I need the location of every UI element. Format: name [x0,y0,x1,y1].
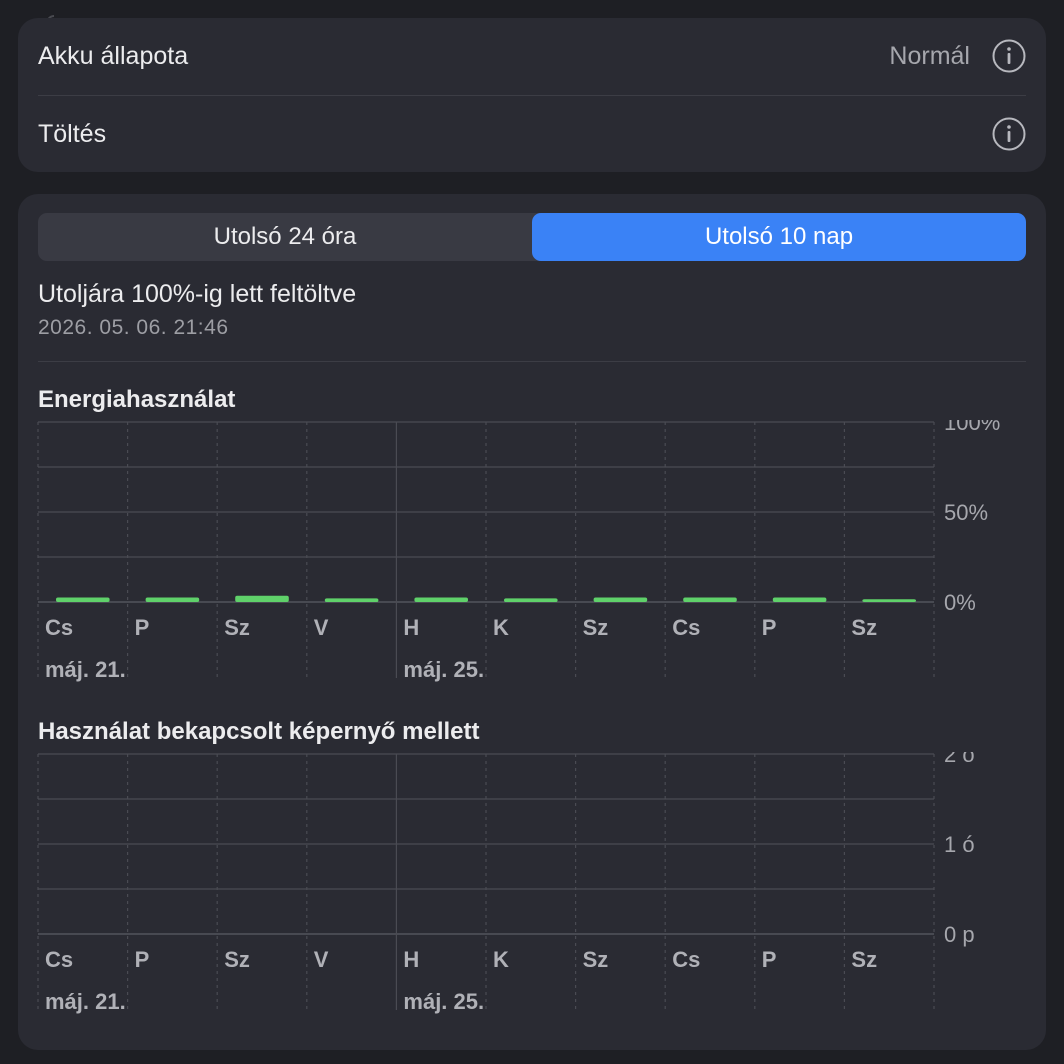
charging-row: Töltés [38,96,1026,172]
x-tick-label: P [762,947,777,972]
usage-card: Utolsó 24 óra Utolsó 10 nap Utoljára 100… [18,194,1046,1050]
charging-label: Töltés [38,119,107,148]
x-tick-label: Sz [224,615,250,640]
screen-on-usage-title: Használat bekapcsolt képernyő mellett [38,718,480,745]
last-charge-title: Utoljára 100%-ig lett feltöltve [38,280,357,308]
bar [56,597,110,602]
x-tick-label: Sz [224,947,250,972]
x-tick-label: Sz [583,947,609,972]
y-tick-label: 50% [944,500,988,525]
y-tick-label: 100% [944,420,1000,435]
date-label: máj. 21. [45,657,126,682]
x-tick-label: Cs [45,615,73,640]
time-range-segmented-control: Utolsó 24 óra Utolsó 10 nap [38,213,1026,261]
date-label: máj. 25. [403,989,484,1014]
x-tick-label: P [135,947,150,972]
date-label: máj. 25. [403,657,484,682]
bar [504,598,558,602]
info-icon[interactable] [992,117,1026,151]
last-24-hours-tab[interactable]: Utolsó 24 óra [38,213,532,261]
bar [145,597,200,602]
info-icon[interactable] [992,39,1026,73]
battery-health-label: Akku állapota [38,41,189,70]
x-tick-label: P [762,615,777,640]
y-tick-label: 0 p [944,922,975,947]
x-tick-label: H [403,615,419,640]
bar [324,598,379,602]
x-tick-label: Sz [851,615,877,640]
energy-usage-title: Energiahasználat [38,386,236,413]
energy-usage-chart: 100% 50% 0% Cs P Sz V H K Sz Cs P Sz máj. 21. máj. 25. [37,420,1000,682]
battery-status-card: Akku állapota Normál Töltés [18,18,1046,172]
y-tick-label: 2 ó [944,752,975,767]
y-tick-label: 1 ó [944,832,975,857]
x-tick-label: K [493,947,509,972]
bar [683,597,737,602]
battery-health-value: Normál [889,41,970,70]
x-tick-label: Cs [672,947,700,972]
bar [235,595,289,602]
x-tick-label: V [314,615,329,640]
bar [772,597,827,602]
x-tick-label: Cs [672,615,700,640]
x-tick-label: V [314,947,329,972]
bar [414,597,468,602]
last-charge-date: 2026. 05. 06. 21:46 [38,316,229,339]
x-tick-label: Sz [851,947,877,972]
section-divider [38,361,1026,362]
last-10-days-tab[interactable]: Utolsó 10 nap [532,213,1026,261]
screen-on-usage-chart: 2 ó 1 ó 0 p Cs P Sz V H K Sz Cs P Sz máj. 21. máj. 25. [37,752,975,1014]
bar [593,597,648,602]
x-tick-label: P [135,615,150,640]
y-tick-label: 0% [944,590,976,615]
x-tick-label: H [403,947,419,972]
x-tick-label: Cs [45,947,73,972]
x-tick-label: Sz [583,615,609,640]
battery-health-row: Akku állapota Normál [38,18,1026,94]
bar [862,599,916,602]
x-tick-label: K [493,615,509,640]
date-label: máj. 21. [45,989,126,1014]
